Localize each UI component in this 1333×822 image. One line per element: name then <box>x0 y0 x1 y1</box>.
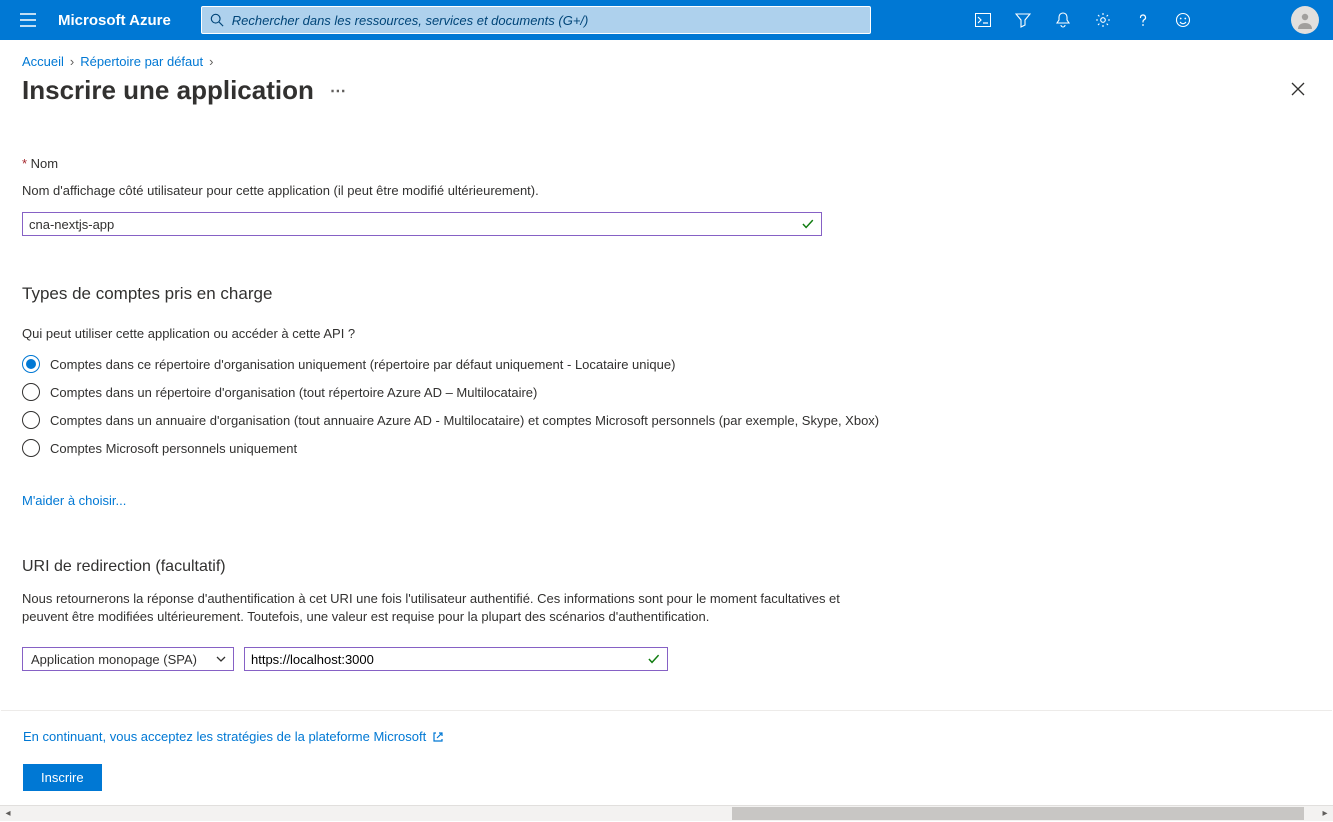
radio-label: Comptes Microsoft personnels uniquement <box>50 441 297 456</box>
gear-icon <box>1095 12 1111 28</box>
radio-label: Comptes dans un annuaire d'organisation … <box>50 413 879 428</box>
page-title: Inscrire une application <box>22 75 314 106</box>
platform-select[interactable]: Application monopage (SPA) <box>22 647 234 671</box>
scroll-thumb[interactable] <box>732 807 1304 820</box>
chevron-right-icon: › <box>209 54 213 69</box>
radio-multi-tenant-personal[interactable]: Comptes dans un annuaire d'organisation … <box>22 411 1311 429</box>
radio-label: Comptes dans ce répertoire d'organisatio… <box>50 357 675 372</box>
close-button[interactable] <box>1285 76 1311 105</box>
name-label: * Nom <box>22 156 1311 171</box>
brand-label[interactable]: Microsoft Azure <box>48 12 191 29</box>
chevron-down-icon <box>215 653 227 665</box>
chevron-right-icon: › <box>70 54 74 69</box>
account-avatar[interactable] <box>1291 6 1319 34</box>
account-types-group: Comptes dans ce répertoire d'organisatio… <box>22 355 1311 457</box>
close-icon <box>1291 82 1305 96</box>
required-indicator: * <box>22 156 31 171</box>
search-icon <box>210 13 224 27</box>
global-search[interactable] <box>201 6 871 34</box>
feedback-button[interactable] <box>1163 0 1203 40</box>
person-icon <box>1295 10 1315 30</box>
more-actions-button[interactable]: ⋯ <box>326 77 350 105</box>
breadcrumb-directory[interactable]: Répertoire par défaut <box>80 54 203 69</box>
check-icon <box>647 652 661 666</box>
external-link-icon <box>432 731 444 743</box>
horizontal-scrollbar[interactable]: ◂ ▸ <box>0 805 1333 821</box>
notifications-button[interactable] <box>1043 0 1083 40</box>
scroll-track[interactable] <box>16 806 1317 821</box>
cloud-shell-icon <box>975 13 991 27</box>
menu-button[interactable] <box>8 0 48 40</box>
check-icon <box>801 217 815 231</box>
footer: En continuant, vous acceptez les stratég… <box>1 710 1332 805</box>
cloud-shell-button[interactable] <box>963 0 1003 40</box>
redirect-uri-input-wrap[interactable] <box>244 647 668 671</box>
help-button[interactable] <box>1123 0 1163 40</box>
redirect-uri-input[interactable] <box>251 652 647 667</box>
filter-icon <box>1015 12 1031 28</box>
radio-icon <box>22 355 40 373</box>
radio-multi-tenant[interactable]: Comptes dans un répertoire d'organisatio… <box>22 383 1311 401</box>
settings-button[interactable] <box>1083 0 1123 40</box>
platform-selected: Application monopage (SPA) <box>31 652 197 667</box>
radio-icon <box>22 411 40 429</box>
search-input[interactable] <box>232 13 862 28</box>
radio-label: Comptes dans un répertoire d'organisatio… <box>50 385 537 400</box>
account-types-question: Qui peut utiliser cette application ou a… <box>22 326 1311 341</box>
redirect-uri-title: URI de redirection (facultatif) <box>22 558 1311 576</box>
breadcrumb: Accueil › Répertoire par défaut › <box>0 40 1333 69</box>
smiley-icon <box>1175 12 1191 28</box>
name-input-wrap[interactable] <box>22 212 822 236</box>
topbar-icons <box>963 0 1203 40</box>
breadcrumb-home[interactable]: Accueil <box>22 54 64 69</box>
radio-icon <box>22 439 40 457</box>
directories-button[interactable] <box>1003 0 1043 40</box>
radio-single-tenant[interactable]: Comptes dans ce répertoire d'organisatio… <box>22 355 1311 373</box>
radio-personal-only[interactable]: Comptes Microsoft personnels uniquement <box>22 439 1311 457</box>
help-choose-link[interactable]: M'aider à choisir... <box>22 493 126 508</box>
scroll-left-arrow[interactable]: ◂ <box>0 806 16 822</box>
bell-icon <box>1055 12 1071 28</box>
account-types-title: Types de comptes pris en charge <box>22 284 1311 304</box>
redirect-uri-description: Nous retournerons la réponse d'authentif… <box>22 590 842 625</box>
scroll-right-arrow[interactable]: ▸ <box>1317 806 1333 822</box>
name-input[interactable] <box>29 217 801 232</box>
register-button[interactable]: Inscrire <box>23 764 102 791</box>
question-icon <box>1135 12 1151 28</box>
name-description: Nom d'affichage côté utilisateur pour ce… <box>22 183 1311 198</box>
hamburger-icon <box>20 13 36 27</box>
radio-icon <box>22 383 40 401</box>
main-content: * Nom Nom d'affichage côté utilisateur p… <box>0 106 1333 748</box>
platform-policies-link[interactable]: En continuant, vous acceptez les stratég… <box>23 729 444 744</box>
top-bar: Microsoft Azure <box>0 0 1333 40</box>
